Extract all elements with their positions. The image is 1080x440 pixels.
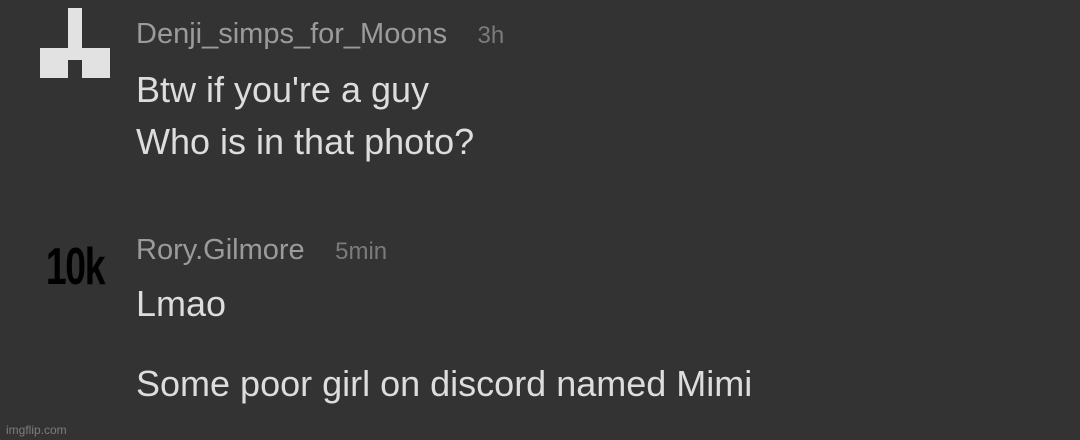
- comment-text-line: Lmao: [136, 283, 227, 324]
- comment-meta: Rory.Gilmore 5min: [136, 236, 387, 265]
- comment-text-line: Some poor girl on discord named Mimi: [136, 363, 753, 404]
- avatar-text: 10k: [45, 238, 106, 296]
- comment: Denji_simps_for_Moons 3h Btw if you're a…: [0, 0, 1080, 200]
- username[interactable]: Rory.Gilmore: [136, 234, 305, 266]
- comment-text-line: Who is in that photo?: [136, 121, 475, 162]
- comment-text-line: Btw if you're a guy: [136, 69, 430, 110]
- avatar[interactable]: 10k: [40, 232, 110, 302]
- timestamp: 3h: [477, 22, 505, 49]
- watermark: imgflip.com: [6, 423, 67, 437]
- comment-meta: Denji_simps_for_Moons 3h: [136, 20, 504, 49]
- username[interactable]: Denji_simps_for_Moons: [136, 18, 447, 50]
- avatar[interactable]: [40, 8, 110, 78]
- timestamp: 5min: [335, 238, 388, 265]
- comment: 10k Rory.Gilmore 5min Lmao Some poor gir…: [0, 222, 1080, 440]
